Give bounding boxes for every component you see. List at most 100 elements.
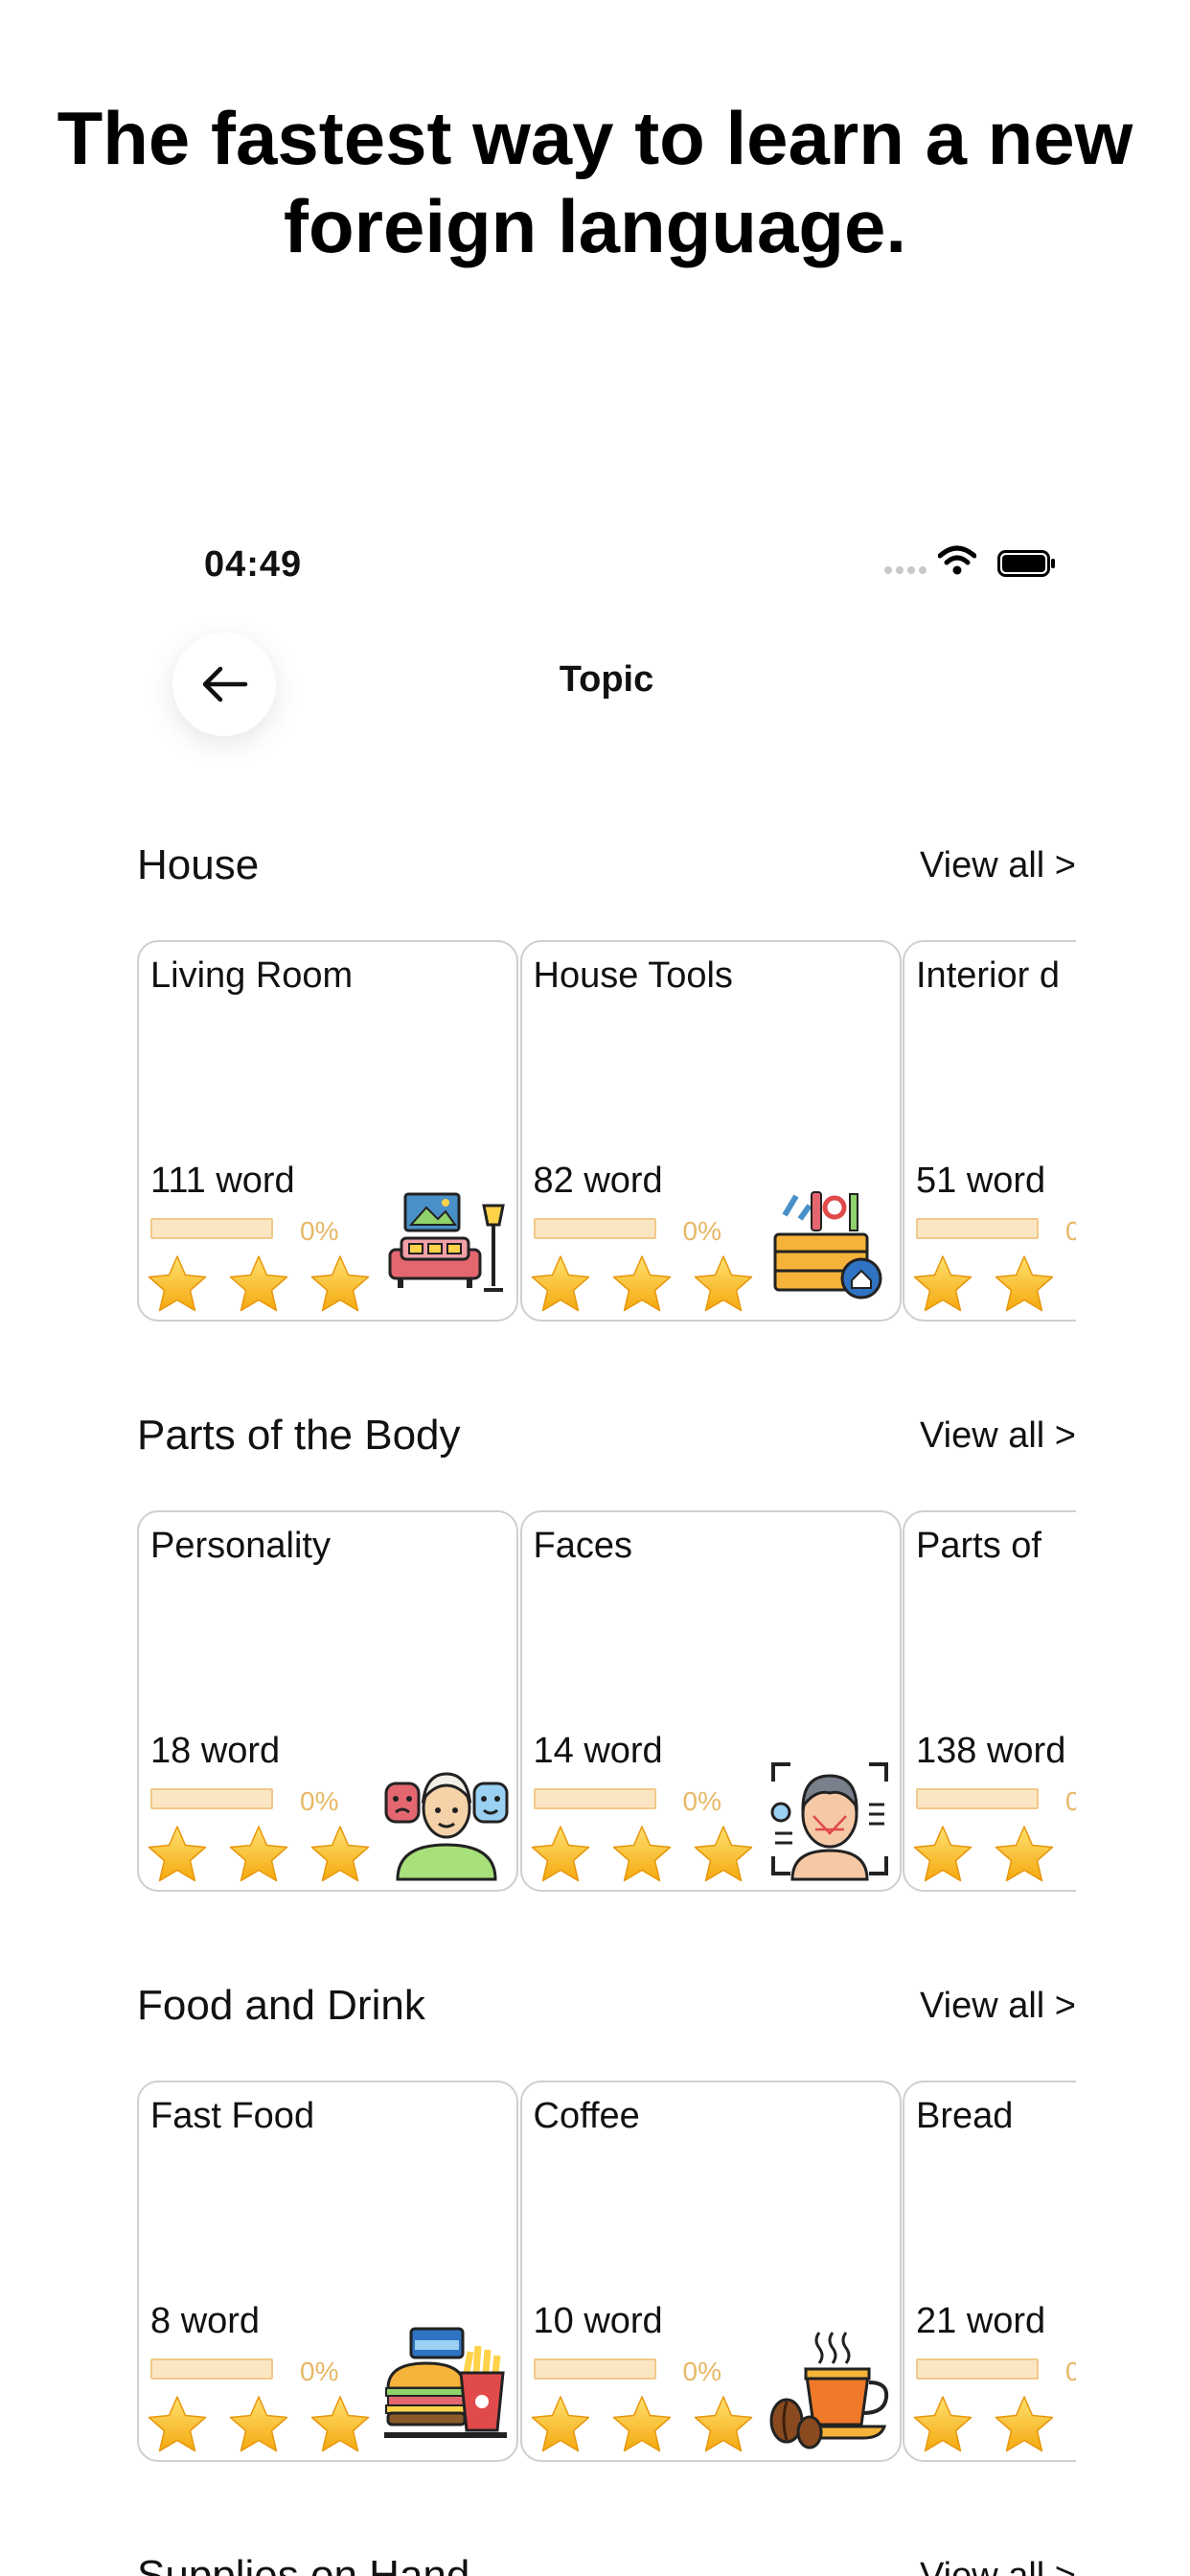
view-all-link[interactable]: View all > [920, 1986, 1076, 2027]
word-count: 8 word [150, 2301, 261, 2341]
star-icon [228, 2394, 289, 2455]
section-title: Parts of the Body [137, 1412, 461, 1459]
star-icon [309, 1824, 371, 1885]
star-icon [994, 1824, 1055, 1885]
section-title: House [137, 841, 260, 888]
progress-bar [916, 2358, 1039, 2380]
topic-card-title: Personality [150, 1526, 331, 1566]
topic-card-title: Coffee [533, 2096, 640, 2136]
topic-card[interactable]: Parts of 138 word 0% [903, 1510, 1076, 1892]
progress-percent: 0% [682, 1786, 721, 1816]
progress-bar [533, 1218, 656, 1239]
marketing-headline: The fastest way to learn a new foreign l… [57, 96, 1133, 268]
section-header: Food and Drink View all > [137, 1982, 1076, 2049]
star-icon [912, 1254, 973, 1315]
topic-card[interactable]: Personality 18 word 0% [137, 1510, 518, 1892]
view-all-link[interactable]: View all > [920, 2556, 1076, 2576]
topic-card-row[interactable]: Living Room 111 word 0% House Tools 82 w… [137, 940, 1076, 1323]
coffee-cup-icon [769, 2332, 888, 2450]
topic-card-title: Interior d [916, 955, 1060, 996]
star-icon [693, 1824, 754, 1885]
cellular-signal-icon [884, 562, 930, 579]
progress-bar [533, 2358, 656, 2380]
progress-percent: 0% [682, 1216, 721, 1246]
word-count: 14 word [533, 1731, 663, 1771]
page-title: Topic [559, 659, 654, 700]
topic-card[interactable]: Coffee 10 word 0% [519, 2081, 902, 2462]
topic-card[interactable]: Bread 21 word 0% [903, 2081, 1076, 2462]
word-count: 111 word [150, 1161, 295, 1201]
progress-bar [533, 1788, 656, 1809]
toolbox-icon [773, 1191, 881, 1300]
status-icons [884, 544, 1076, 583]
topic-card-title: Faces [533, 1526, 632, 1566]
phone-screen: 04:49 Topic House View all > Living Room… [137, 537, 1076, 2576]
star-icon [1075, 1254, 1076, 1315]
face-scan-icon [770, 1762, 888, 1881]
star-icon [228, 1824, 289, 1885]
topic-card[interactable]: House Tools 82 word 0% [519, 940, 902, 1322]
topic-card[interactable]: Faces 14 word 0% [519, 1510, 902, 1892]
status-time: 04:49 [204, 544, 303, 585]
faces-masks-icon [384, 1772, 509, 1881]
star-icon [611, 1824, 673, 1885]
star-icon [530, 2394, 591, 2455]
topic-card-title: Parts of [916, 1526, 1041, 1566]
view-all-link[interactable]: View all > [920, 1415, 1076, 1457]
star-icon [994, 1254, 1055, 1315]
sofa-lamp-icon [388, 1192, 505, 1292]
star-icon [147, 1254, 208, 1315]
star-icon [1075, 2394, 1076, 2455]
star-icon [1075, 1824, 1076, 1885]
progress-bar [150, 2358, 273, 2380]
topic-card-title: House Tools [533, 955, 733, 996]
burger-fries-icon [384, 2327, 507, 2438]
topic-card[interactable]: Interior d 51 word 0% [903, 940, 1076, 1322]
progress-percent: 0% [300, 1786, 339, 1816]
word-count: 51 word [916, 1161, 1046, 1201]
word-count: 18 word [150, 1731, 281, 1771]
nav-bar: Topic [137, 613, 1076, 748]
section-header: Parts of the Body View all > [137, 1412, 1076, 1479]
word-count: 82 word [533, 1161, 663, 1201]
progress-percent: 0% [682, 2357, 721, 2386]
star-icon [611, 2394, 673, 2455]
star-icon [994, 2394, 1055, 2455]
progress-percent: 0% [300, 1216, 339, 1246]
star-icon [530, 1824, 591, 1885]
progress-bar [916, 1788, 1039, 1809]
topic-card-title: Fast Food [150, 2096, 315, 2136]
progress-bar [916, 1218, 1039, 1239]
topic-card-row[interactable]: Personality 18 word 0% Faces 14 word 0% … [137, 1510, 1076, 1894]
star-icon [228, 1254, 289, 1315]
progress-percent: 0% [1065, 1216, 1076, 1246]
star-icon [147, 1824, 208, 1885]
star-icon [530, 1254, 591, 1315]
section-title: Food and Drink [137, 1982, 425, 2029]
progress-bar [150, 1218, 273, 1239]
progress-bar [150, 1788, 273, 1809]
progress-percent: 0% [300, 2357, 339, 2386]
view-all-link[interactable]: View all > [920, 845, 1076, 886]
star-icon [309, 2394, 371, 2455]
section-header: Supplies on Hand View all > [137, 2552, 1076, 2576]
star-icon [309, 1254, 371, 1315]
word-count: 138 word [916, 1731, 1066, 1771]
progress-percent: 0% [1065, 2357, 1076, 2386]
topic-card-title: Bread [916, 2096, 1014, 2136]
section-header: House View all > [137, 841, 1076, 908]
word-count: 10 word [533, 2301, 663, 2341]
topic-card[interactable]: Living Room 111 word 0% [137, 940, 518, 1322]
star-icon [693, 1254, 754, 1315]
topic-card[interactable]: Fast Food 8 word 0% [137, 2081, 518, 2462]
topic-card-row[interactable]: Fast Food 8 word 0% Coffee 10 word 0% Br… [137, 2081, 1076, 2464]
star-icon [147, 2394, 208, 2455]
star-icon [912, 2394, 973, 2455]
star-icon [693, 2394, 754, 2455]
section-title: Supplies on Hand [137, 2552, 470, 2576]
wifi-icon [938, 545, 976, 575]
topic-card-title: Living Room [150, 955, 354, 996]
progress-percent: 0% [1065, 1786, 1076, 1816]
word-count: 21 word [916, 2301, 1046, 2341]
star-icon [912, 1824, 973, 1885]
